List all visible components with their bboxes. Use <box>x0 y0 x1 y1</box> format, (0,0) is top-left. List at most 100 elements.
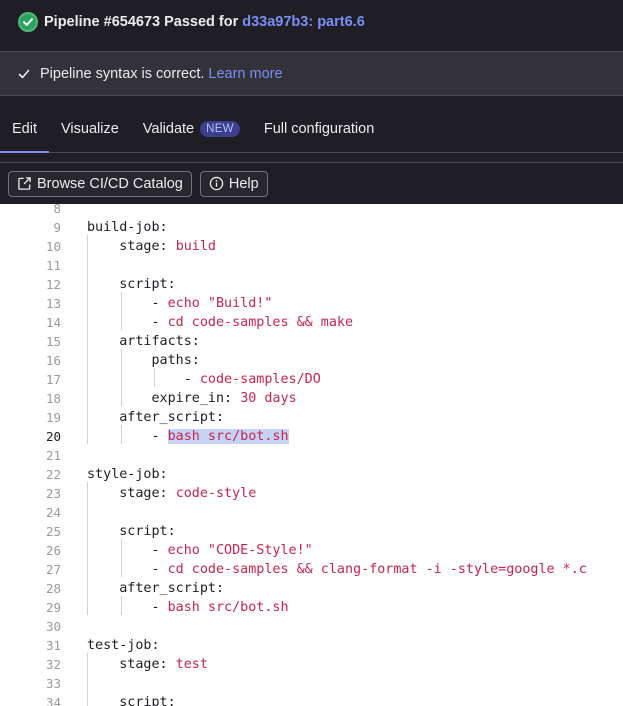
line-number: 29 <box>45 600 61 615</box>
pipeline-title: Pipeline #654673 Passed for <box>44 13 239 30</box>
tab-validate[interactable]: Validate NEW <box>131 106 252 152</box>
yaml-value: 30 days <box>240 391 297 406</box>
commit-link[interactable]: d33a97b3 <box>242 14 308 30</box>
status-passed-icon[interactable] <box>18 11 38 32</box>
editor-toolbar: Browse CI/CD Catalog Help <box>0 162 623 204</box>
code-line[interactable]: 15 artifacts: <box>0 332 623 351</box>
browse-catalog-label: Browse CI/CD Catalog <box>37 175 183 192</box>
yaml-value: code-style <box>175 486 257 501</box>
code-line[interactable]: 27 - cd code-samples && clang-format -i … <box>0 560 623 579</box>
yaml-value: cd code-samples && make <box>167 315 354 330</box>
tab-edit-label: Edit <box>12 121 37 137</box>
code-text: - code-samples/DO <box>87 372 321 387</box>
code-line[interactable]: 26 - echo "CODE-Style!" <box>0 541 623 560</box>
yaml-key: - <box>87 372 200 387</box>
line-number: 8 <box>53 204 61 216</box>
line-number: 30 <box>45 619 61 634</box>
code-line[interactable]: 19 after_script: <box>0 408 623 427</box>
yaml-value: echo "Build!" <box>167 296 273 311</box>
line-number: 24 <box>45 505 61 520</box>
code-text: - cd code-samples && clang-format -i -st… <box>87 562 587 577</box>
code-line[interactable]: 31 test-job: <box>0 636 623 655</box>
code-line[interactable]: 10 stage: build <box>0 237 623 256</box>
yaml-value: echo "CODE-Style!" <box>167 543 313 558</box>
yaml-key: - <box>87 562 168 577</box>
commit-branch-separator: : <box>308 13 314 30</box>
yaml-key: - <box>87 429 168 444</box>
check-icon <box>18 69 30 78</box>
code-text: after_script: <box>87 581 224 596</box>
branch-link[interactable]: part6.6 <box>317 14 365 30</box>
yaml-key: after_script: <box>87 410 225 425</box>
yaml-key: expire_in: <box>87 391 241 406</box>
code-line[interactable]: 29 - bash src/bot.sh <box>0 598 623 617</box>
yaml-key: test-job: <box>87 638 160 653</box>
code-line[interactable]: 17 - code-samples/DO <box>0 370 623 389</box>
code-line[interactable]: 32 stage: test <box>0 655 623 674</box>
line-number: 32 <box>45 657 61 672</box>
code-line[interactable]: 23 stage: code-style <box>0 484 623 503</box>
code-line[interactable]: 11 <box>0 256 623 275</box>
code-line[interactable]: 14 - cd code-samples && make <box>0 313 623 332</box>
tab-full-configuration[interactable]: Full configuration <box>252 106 386 152</box>
line-number: 27 <box>45 562 61 577</box>
yaml-value: bash src/bot.sh <box>167 600 289 615</box>
code-line[interactable]: 30 <box>0 617 623 636</box>
line-number: 21 <box>45 448 61 463</box>
code-line[interactable]: 33 <box>0 674 623 693</box>
code-line[interactable]: 8 <box>0 204 623 218</box>
line-number: 9 <box>53 220 61 235</box>
line-number: 17 <box>45 372 61 387</box>
line-number: 15 <box>45 334 61 349</box>
code-text: - bash src/bot.sh <box>87 600 289 615</box>
notice-text: Pipeline syntax is correct. <box>40 65 205 82</box>
line-number: 19 <box>45 410 61 425</box>
code-text: - echo "Build!" <box>87 296 272 311</box>
tab-visualize[interactable]: Visualize <box>49 106 131 152</box>
yaml-value: build <box>175 239 216 254</box>
yaml-key: - <box>87 315 168 330</box>
yaml-code-editor[interactable]: 8 9 build-job: 10 stage: build 11 12 script: 1… <box>0 204 623 706</box>
code-text: stage: code-style <box>87 486 256 501</box>
code-line[interactable]: 16 paths: <box>0 351 623 370</box>
learn-more-link[interactable]: Learn more <box>208 66 282 82</box>
line-number: 25 <box>45 524 61 539</box>
code-line[interactable]: 24 <box>0 503 623 522</box>
code-text: - echo "CODE-Style!" <box>87 543 313 558</box>
line-number: 11 <box>45 258 61 273</box>
line-number: 28 <box>45 581 61 596</box>
editor-tabs: Edit Visualize Validate NEW Full configur… <box>0 106 623 153</box>
code-line[interactable]: 20 - bash src/bot.sh <box>0 427 623 446</box>
yaml-key: stage: <box>87 486 176 501</box>
code-line[interactable]: 18 expire_in: 30 days <box>0 389 623 408</box>
tab-edit[interactable]: Edit <box>0 106 49 153</box>
tab-validate-label: Validate <box>142 121 195 137</box>
code-line[interactable]: 22 style-job: <box>0 465 623 484</box>
line-number: 18 <box>45 391 61 406</box>
yaml-key: artifacts: <box>87 334 200 349</box>
code-line[interactable]: 21 <box>0 446 623 465</box>
yaml-key: style-job: <box>87 467 168 482</box>
code-text: script: <box>87 695 175 706</box>
pipeline-header: Pipeline #654673 Passed for d33a97b3 : p… <box>0 0 623 43</box>
line-number: 34 <box>45 695 61 706</box>
selected-text: bash src/bot.sh <box>167 429 289 444</box>
browse-catalog-button[interactable]: Browse CI/CD Catalog <box>8 170 192 197</box>
line-number: 26 <box>45 543 61 558</box>
code-line[interactable]: 28 after_script: <box>0 579 623 598</box>
new-badge: NEW <box>200 121 240 137</box>
code-line[interactable]: 34 script: <box>0 693 623 706</box>
code-text: stage: test <box>87 657 208 672</box>
code-text: - bash src/bot.sh <box>87 429 289 444</box>
syntax-notice: Pipeline syntax is correct. Learn more <box>0 51 623 96</box>
code-line[interactable]: 12 script: <box>0 275 623 294</box>
yaml-key: - <box>87 543 168 558</box>
code-line[interactable]: 25 script: <box>0 522 623 541</box>
help-button[interactable]: Help <box>199 170 268 197</box>
yaml-value: cd code-samples && clang-format -i -styl… <box>167 562 587 577</box>
info-icon <box>209 176 224 191</box>
code-text: build-job: <box>87 220 168 235</box>
code-text: test-job: <box>87 638 160 653</box>
code-line[interactable]: 9 build-job: <box>0 218 623 237</box>
code-line[interactable]: 13 - echo "Build!" <box>0 294 623 313</box>
